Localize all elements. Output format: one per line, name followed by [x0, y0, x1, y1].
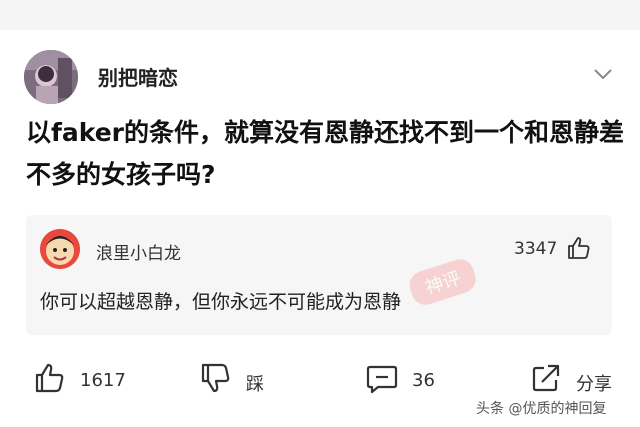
- reply-like-count: 3347: [514, 239, 558, 259]
- reply-author-name[interactable]: 浪里小白龙: [96, 239, 181, 264]
- watermark: 头条 @优质的神回复: [476, 401, 607, 417]
- share-label: 分享: [576, 374, 612, 395]
- dislike-button[interactable]: 踩: [200, 362, 280, 398]
- post-question: 以faker的条件，就算没有恩静还找不到一个和恩静差不多的女孩子吗?: [26, 118, 624, 189]
- author-name[interactable]: 别把暗恋: [98, 62, 178, 91]
- thumbs-up-icon[interactable]: [566, 235, 592, 261]
- stamp-icon: 神评: [409, 259, 476, 305]
- reply-avatar[interactable]: [40, 229, 80, 269]
- comment-icon: [366, 365, 398, 394]
- share-icon: [532, 364, 560, 392]
- top-reply[interactable]: 神评 浪里小白龙 3347 你可以超越恩静，但你永远不可能成为恩静: [26, 215, 612, 335]
- dislike-label: 踩: [246, 374, 264, 395]
- user-avatar-icon: [24, 50, 78, 104]
- like-count: 1617: [80, 370, 126, 391]
- author-avatar[interactable]: [24, 50, 78, 104]
- top-strip: [0, 0, 640, 30]
- thumbs-down-icon: [201, 363, 230, 393]
- reply-text: 你可以超越恩静，但你永远不可能成为恩静: [40, 291, 402, 313]
- thumbs-up-icon: [35, 363, 64, 393]
- comment-count: 36: [412, 370, 435, 391]
- share-button[interactable]: 分享: [530, 362, 620, 398]
- like-button[interactable]: 1617: [34, 362, 134, 398]
- chevron-down-icon[interactable]: [592, 66, 614, 82]
- comment-button[interactable]: 36: [366, 362, 446, 398]
- cartoon-face-icon: [40, 229, 80, 269]
